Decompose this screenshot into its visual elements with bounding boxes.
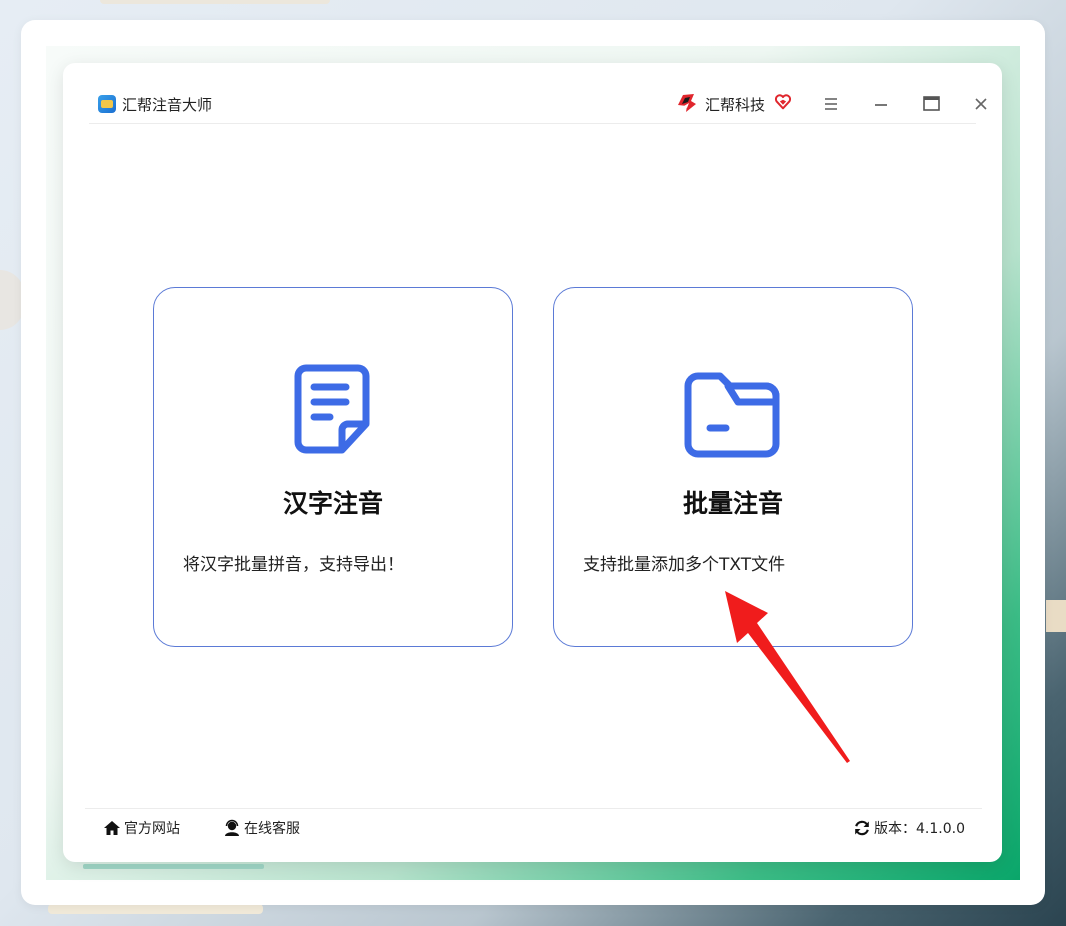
background-decoration <box>48 904 263 914</box>
background-decoration <box>1046 600 1066 632</box>
document-icon <box>294 364 370 454</box>
online-service-label: 在线客服 <box>244 821 300 837</box>
version-label: 版本：4.1.0.0 <box>874 821 965 837</box>
official-website-link[interactable]: 官方网站 <box>103 817 180 839</box>
refresh-icon <box>855 820 869 836</box>
home-icon <box>104 821 120 835</box>
minimize-icon[interactable] <box>866 89 896 119</box>
card-description: 支持批量添加多个TXT文件 <box>583 555 786 575</box>
close-icon[interactable] <box>966 89 996 119</box>
app-window: 汇帮注音大师 汇帮科技 汉字注音 将汉字批量拼音，支持导出！ 批量注音 支持批量… <box>63 63 1002 862</box>
card-title: 汉字注音 <box>282 489 383 518</box>
card-title: 批量注音 <box>682 489 783 518</box>
folder-icon <box>684 372 780 458</box>
card-description: 将汉字批量拼音，支持导出！ <box>183 555 404 575</box>
official-website-label: 官方网站 <box>124 821 180 837</box>
brand-logo-icon <box>678 94 696 112</box>
title-bar: 汇帮注音大师 汇帮科技 <box>89 89 987 124</box>
red-arrow-annotation <box>725 591 850 763</box>
card-hanzi-zhuyin[interactable]: 汉字注音 将汉字批量拼音，支持导出！ <box>153 287 513 647</box>
app-title: 汇帮注音大师 <box>122 96 213 114</box>
menu-icon[interactable] <box>816 89 846 119</box>
heart-icon[interactable] <box>774 93 792 111</box>
brand-name: 汇帮科技 <box>705 96 766 114</box>
decorative-strip <box>83 864 264 869</box>
support-icon <box>225 819 239 836</box>
background-decoration <box>100 0 330 4</box>
maximize-icon[interactable] <box>916 89 946 119</box>
app-logo-icon <box>98 95 116 113</box>
footer-divider <box>85 808 982 809</box>
version-check[interactable]: 版本：4.1.0.0 <box>853 817 965 839</box>
online-service-link[interactable]: 在线客服 <box>223 817 300 839</box>
